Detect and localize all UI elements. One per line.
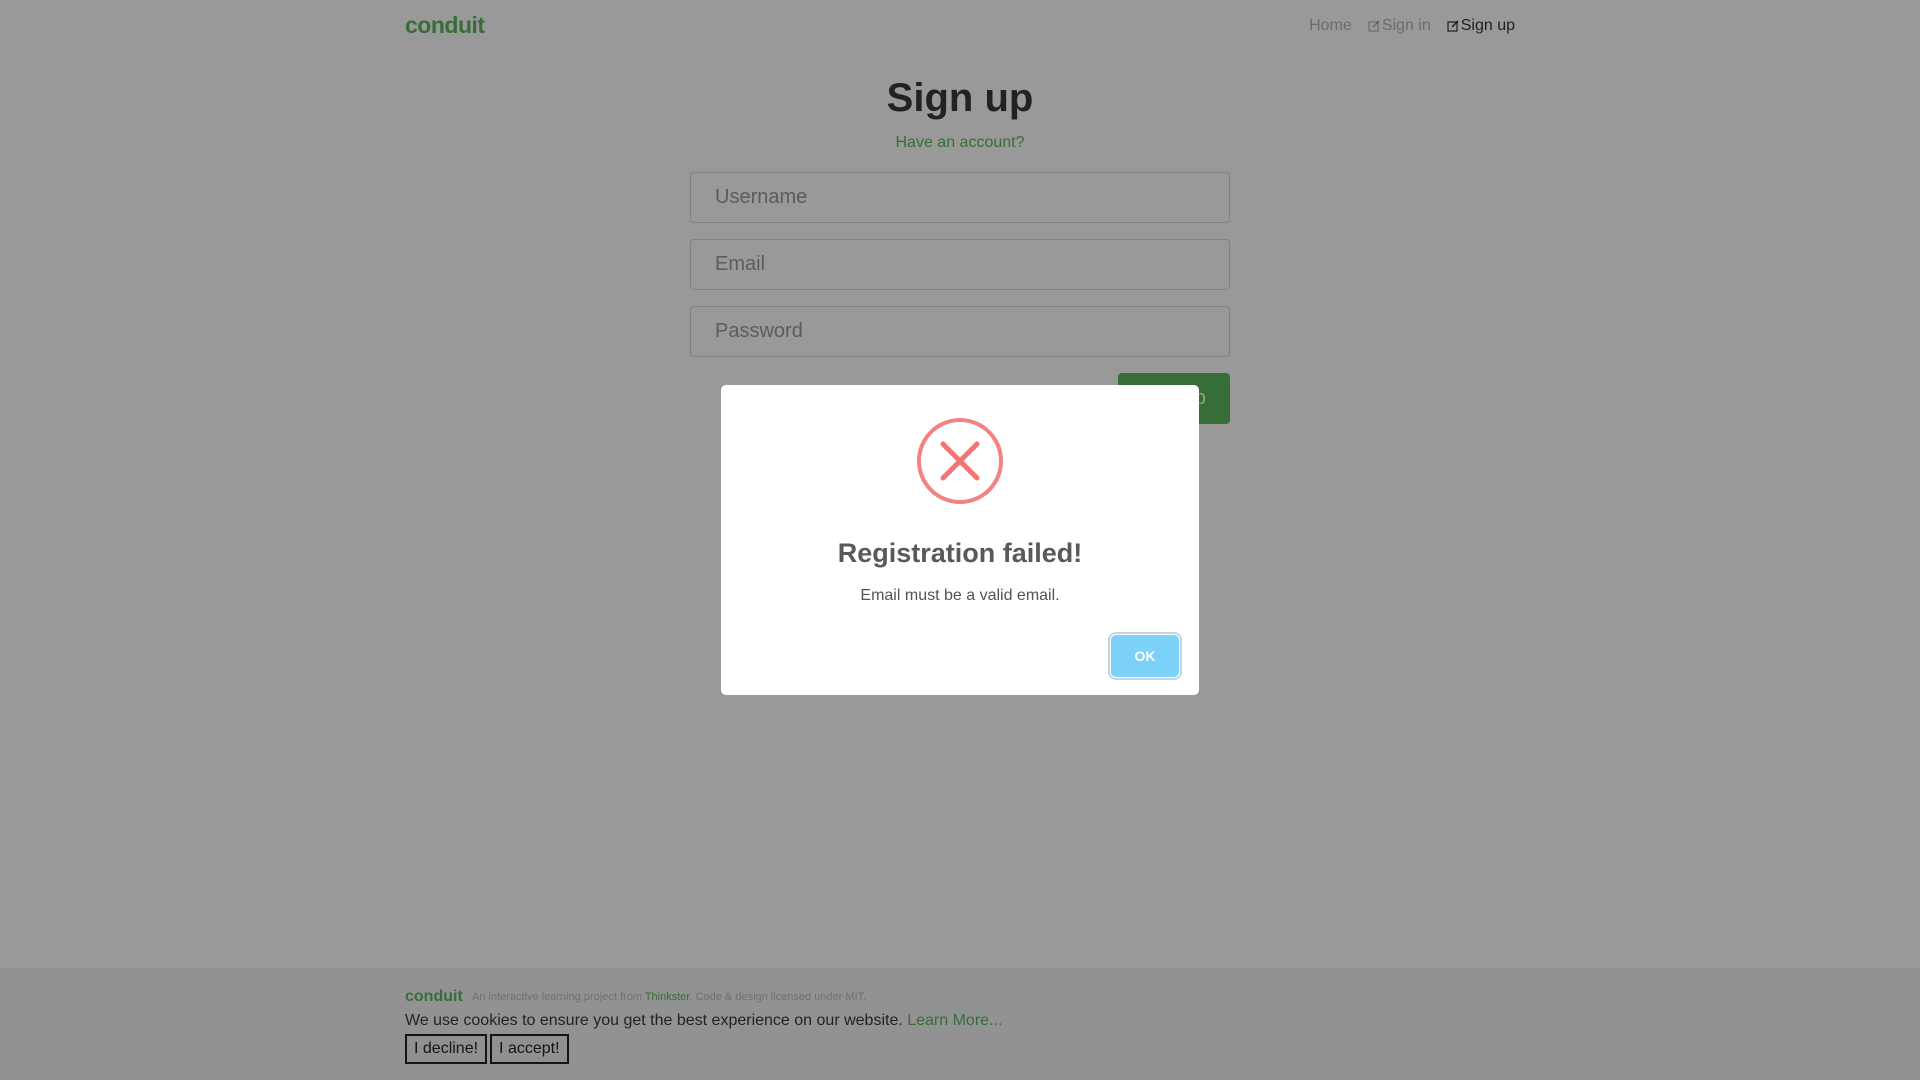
- ok-button[interactable]: OK: [1111, 635, 1179, 677]
- error-modal: Registration failed! Email must be a val…: [721, 385, 1199, 695]
- modal-message: Email must be a valid email.: [860, 587, 1060, 604]
- page: conduit Home Sign in Sign up Sign up Hav…: [0, 0, 1920, 1080]
- error-x-icon: [917, 418, 1003, 504]
- modal-title: Registration failed!: [837, 538, 1083, 568]
